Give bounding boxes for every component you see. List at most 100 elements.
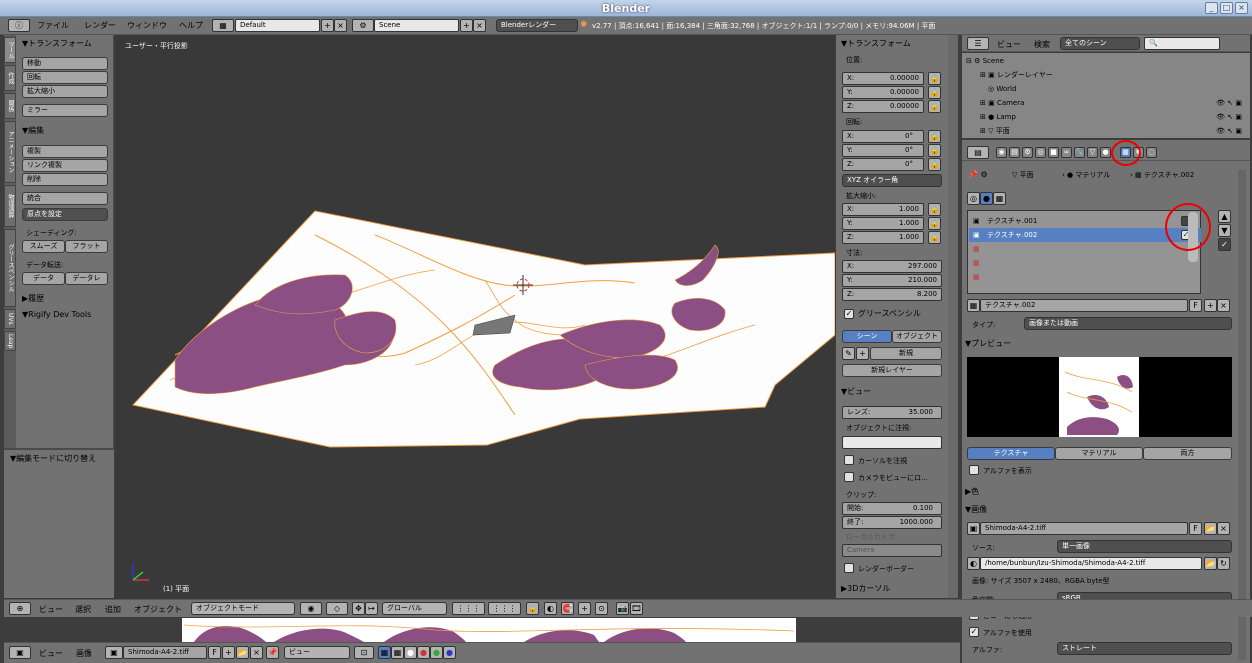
location-z-field[interactable]: Z: 0.00000 — [842, 100, 924, 113]
tab-animation[interactable]: アニメーション — [4, 121, 16, 183]
tab-physics[interactable]: 物理演算 — [4, 185, 16, 227]
menu-add[interactable]: 追加 — [105, 604, 121, 615]
texture-name-field[interactable]: テクスチャ.002 — [980, 299, 1188, 312]
outliner-view-menu[interactable]: ビュー — [997, 39, 1021, 50]
scene-tab-icon[interactable]: ⚙ — [1022, 147, 1033, 158]
opengl-anim-icon[interactable]: 🎞 — [630, 602, 643, 615]
manipulator-icon[interactable]: ✥ — [352, 602, 365, 615]
lock-icon[interactable]: 🔓 — [928, 72, 941, 85]
lock-cursor-checkbox[interactable] — [844, 455, 854, 465]
layers-grid-icon[interactable]: ⋮⋮⋮ — [452, 602, 485, 615]
pencil-icon[interactable]: ✎ — [842, 347, 855, 360]
clip-start-field[interactable]: 開始: 0.100 — [842, 502, 942, 515]
world-tab-icon[interactable]: ◎ — [1035, 147, 1046, 158]
lock-icon[interactable]: 🔓 — [928, 130, 941, 143]
gp-new-button[interactable]: 新規 — [870, 347, 942, 360]
tab-uvs[interactable]: UVs — [4, 309, 16, 329]
image-view-mode-dropdown[interactable]: ビュー — [284, 646, 350, 659]
alpha-mode-dropdown[interactable]: ストレート — [1057, 642, 1232, 655]
tab-grease-pencil[interactable]: グリースペンシル — [4, 229, 16, 307]
outliner-search-input[interactable]: 🔍 — [1144, 37, 1220, 50]
modifiers-tab-icon[interactable]: 🔧 — [1074, 147, 1085, 158]
constraints-tab-icon[interactable]: ∞ — [1061, 147, 1072, 158]
mode-dropdown[interactable]: オブジェクトモード — [191, 602, 295, 615]
render-only-icon[interactable]: ◐ — [544, 602, 557, 615]
image-editor-add[interactable]: + — [222, 646, 235, 659]
local-camera-field[interactable]: Camera — [842, 544, 942, 557]
lock-icon[interactable]: 🔓 — [928, 100, 941, 113]
outliner-search-menu[interactable]: 検索 — [1034, 39, 1050, 50]
view-panel-header[interactable]: ▼ビュー — [841, 386, 871, 397]
menu-image-view[interactable]: ビュー — [39, 648, 63, 659]
display-rgb-icon[interactable]: ▦ — [391, 646, 404, 659]
texture-slot-empty[interactable]: ▦ — [969, 256, 1201, 270]
texture-browse-icon[interactable]: ▦ — [967, 299, 980, 312]
remove-scene-button[interactable]: × — [473, 19, 486, 32]
pivot-point-icon[interactable]: ◇ — [326, 602, 348, 615]
image-open-button[interactable]: 📂 — [1204, 522, 1217, 535]
scale-y-field[interactable]: Y: 1.000 — [842, 217, 924, 230]
maximize-button[interactable]: □ — [1220, 2, 1233, 14]
rigify-panel-header[interactable]: ▼Rigify Dev Tools — [22, 310, 91, 319]
menu-select[interactable]: 選択 — [75, 604, 91, 615]
add-texture-button[interactable]: + — [1204, 299, 1217, 312]
close-button[interactable]: × — [1235, 2, 1248, 14]
layer-lock-icon[interactable]: 🔒 — [526, 602, 539, 615]
data-transfer-button[interactable]: データ — [22, 272, 65, 285]
rotation-mode-dropdown[interactable]: XYZ オイラー角 — [842, 174, 942, 187]
texture-type-dropdown[interactable]: 画像または動画 — [1024, 317, 1232, 330]
history-panel-header[interactable]: ▶履歴 — [22, 293, 44, 304]
gp-scene-tab[interactable]: シーン — [842, 330, 892, 343]
image-editor-canvas[interactable] — [4, 617, 960, 642]
rotation-z-field[interactable]: Z: 0° — [842, 158, 924, 171]
preview-both-tab[interactable]: 両方 — [1143, 447, 1232, 460]
snap-element-icon[interactable]: + — [578, 602, 591, 615]
image-editor-fake-user[interactable]: F — [208, 646, 221, 659]
image-editor-icon[interactable]: ▣ — [9, 646, 31, 659]
lock-icon[interactable]: 🔓 — [928, 144, 941, 157]
clip-end-field[interactable]: 終了: 1000.000 — [842, 516, 942, 529]
display-red-icon[interactable]: ● — [417, 646, 430, 659]
texture-slot-empty[interactable]: ▦ — [969, 270, 1201, 284]
transform-icon[interactable]: ↦ — [365, 602, 378, 615]
texture-action-icon[interactable]: ✓ — [1218, 238, 1231, 251]
show-alpha-checkbox[interactable] — [969, 465, 979, 475]
layout-field[interactable]: Default — [235, 19, 320, 32]
menu-window[interactable]: ウィンドウ — [127, 20, 167, 31]
image-unlink-button[interactable]: × — [1217, 522, 1230, 535]
lock-icon[interactable]: 🔓 — [928, 158, 941, 171]
3d-cursor-header[interactable]: ▶3Dカーソル — [841, 583, 890, 594]
unlink-texture-button[interactable]: × — [1217, 299, 1230, 312]
world-texture-icon[interactable]: ◎ — [967, 192, 980, 205]
lock-icon[interactable]: 🔓 — [928, 203, 941, 216]
material-texture-icon[interactable]: ● — [980, 192, 993, 205]
image-pack-icon[interactable]: ◐ — [967, 557, 980, 570]
tab-tools[interactable]: ツール — [4, 37, 16, 63]
use-alpha-checkbox[interactable]: ✓ — [969, 627, 979, 637]
gp-new-layer-button[interactable]: 新規レイヤー — [842, 364, 942, 377]
operator-panel-title[interactable]: ▼編集モードに切り替え — [10, 453, 96, 464]
add-scene-button[interactable]: + — [460, 19, 473, 32]
location-x-field[interactable]: X: 0.00000 — [842, 72, 924, 85]
smooth-button[interactable]: スムーズ — [22, 240, 65, 253]
outliner-filter-dropdown[interactable]: 全てのシーン — [1060, 37, 1140, 50]
data-tab-icon[interactable]: ▽ — [1087, 147, 1098, 158]
physics-tab-icon[interactable]: ◌ — [1146, 147, 1157, 158]
menu-object[interactable]: オブジェクト — [134, 604, 182, 615]
lens-field[interactable]: レンズ: 35.000 — [842, 406, 942, 419]
reload-button[interactable]: ↻ — [1217, 557, 1230, 570]
scale-button[interactable]: 拡大縮小 — [22, 85, 108, 98]
add-layout-button[interactable]: + — [321, 19, 334, 32]
menu-render[interactable]: レンダー — [84, 20, 116, 31]
pin-icon[interactable]: 📌 ⚙ — [968, 170, 988, 179]
menu-view[interactable]: ビュー — [39, 604, 63, 615]
render-tab-icon[interactable]: ◉ — [996, 147, 1007, 158]
tab-create[interactable]: 作成 — [4, 65, 16, 91]
image-fake-user-button[interactable]: F — [1189, 522, 1202, 535]
other-texture-icon[interactable]: ▦ — [993, 192, 1006, 205]
location-y-field[interactable]: Y: 0.00000 — [842, 86, 924, 99]
dimensions-x-field[interactable]: X: 297.000 — [842, 260, 942, 273]
preview-material-tab[interactable]: マテリアル — [1055, 447, 1143, 460]
outliner-row-plane[interactable]: ⊞ ▽ 平面 👁 ↖ ▣ — [962, 124, 1250, 138]
screen-layout-icon[interactable]: ▦ — [212, 19, 234, 32]
